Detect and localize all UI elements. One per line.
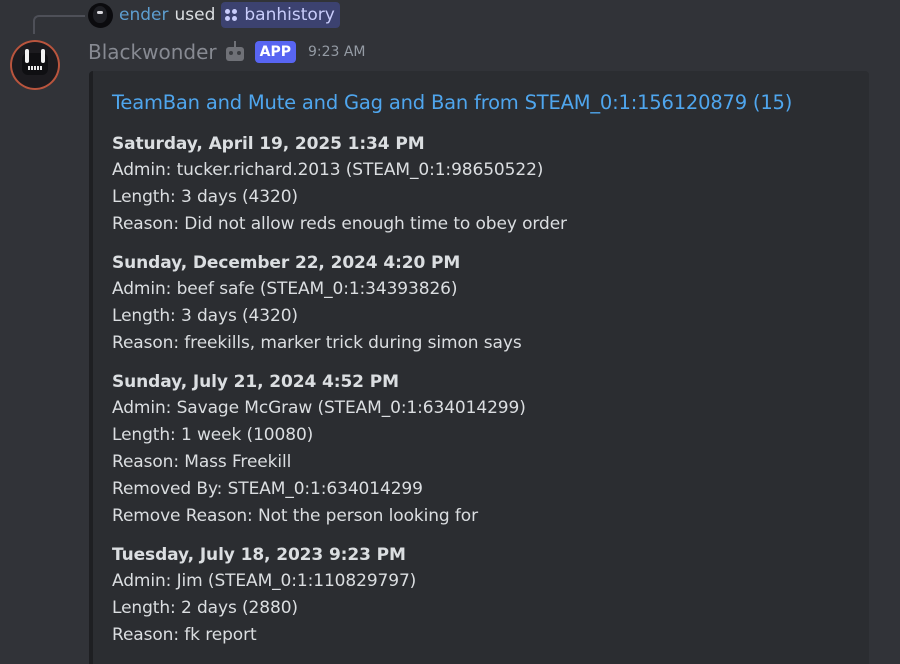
ban-entry-date: Sunday, December 22, 2024 4:20 PM — [112, 253, 461, 273]
command-chip[interactable]: banhistory — [221, 2, 340, 28]
reply-used-text: used — [174, 5, 216, 25]
ban-entry-date: Sunday, July 21, 2024 4:52 PM — [112, 372, 399, 392]
slash-command-icon — [225, 9, 238, 21]
ban-entry-detail: Length: 3 days (4320) — [112, 187, 298, 207]
author-name[interactable]: Blackwonder — [88, 40, 217, 64]
avatar-ear — [25, 49, 29, 63]
ban-entry-detail: Reason: fk report — [112, 625, 257, 645]
app-badge: APP — [254, 41, 296, 63]
ban-entry-date: Tuesday, July 18, 2023 9:23 PM — [112, 545, 406, 565]
message-timestamp[interactable]: 9:23 AM — [308, 44, 366, 60]
ban-entry-detail: Admin: Savage McGraw (STEAM_0:1:63401429… — [112, 398, 526, 418]
avatar-ear — [41, 49, 45, 63]
robot-emoji-icon — [223, 41, 247, 63]
ban-entry-detail: Admin: Jim (STEAM_0:1:110829797) — [112, 571, 417, 591]
ban-entry-detail: Length: 3 days (4320) — [112, 306, 298, 326]
ban-entry: Sunday, July 21, 2024 4:52 PM Admin: Sava… — [112, 369, 853, 530]
ban-entry-detail: Remove Reason: Not the person looking fo… — [112, 506, 478, 526]
ban-entry: Saturday, April 19, 2025 1:34 PM Admin: t… — [112, 131, 853, 238]
ban-entry-detail: Admin: tucker.richard.2013 (STEAM_0:1:98… — [112, 160, 544, 180]
avatar-teeth — [28, 66, 42, 70]
ban-entries: Saturday, April 19, 2025 1:34 PM Admin: t… — [112, 131, 853, 649]
ban-entry-detail: Reason: freekills, marker trick during s… — [112, 333, 522, 353]
reply-username[interactable]: ender — [119, 5, 168, 25]
reply-spine — [33, 15, 85, 34]
ban-entry-detail: Reason: Mass Freekill — [112, 452, 292, 472]
reply-user-avatar[interactable] — [88, 2, 113, 28]
ban-entry-detail: Length: 1 week (10080) — [112, 425, 314, 445]
ban-entry-date: Saturday, April 19, 2025 1:34 PM — [112, 134, 425, 154]
ban-entry-detail: Admin: beef safe (STEAM_0:1:34393826) — [112, 279, 458, 299]
ban-entry: Sunday, December 22, 2024 4:20 PM Admin: … — [112, 250, 853, 357]
command-name: banhistory — [244, 5, 335, 25]
discord-message: ender used banhistory Blackwonder APP 9:… — [0, 0, 900, 664]
ban-entry-detail: Length: 2 days (2880) — [112, 598, 298, 618]
ban-entry-detail: Reason: Did not allow reds enough time t… — [112, 214, 567, 234]
embed-title[interactable]: TeamBan and Mute and Gag and Ban from ST… — [112, 89, 853, 117]
message-header: Blackwonder APP 9:23 AM — [88, 38, 366, 66]
command-context[interactable]: ender used banhistory — [88, 1, 340, 29]
ban-entry-detail: Removed By: STEAM_0:1:634014299 — [112, 479, 423, 499]
ban-entry: Tuesday, July 18, 2023 9:23 PM Admin: Jim… — [112, 542, 853, 649]
author-avatar[interactable] — [10, 40, 60, 90]
ban-history-embed: TeamBan and Mute and Gag and Ban from ST… — [89, 71, 869, 664]
